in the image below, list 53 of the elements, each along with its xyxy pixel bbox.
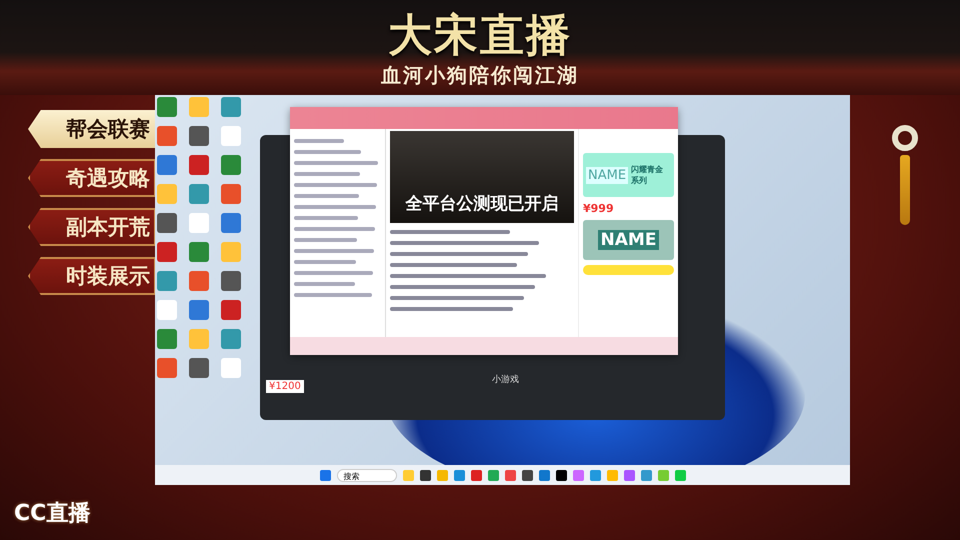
- desktop-icon[interactable]: [189, 155, 209, 175]
- desktop-icon[interactable]: [189, 184, 209, 204]
- desktop-icon[interactable]: [157, 184, 177, 204]
- desktop-icon[interactable]: [157, 358, 177, 378]
- desktop-icon[interactable]: [157, 329, 177, 349]
- product-price: ¥999: [583, 202, 615, 215]
- desktop-icon[interactable]: [157, 242, 177, 262]
- taskbar-icon[interactable]: [522, 470, 532, 480]
- product-art: NAME: [598, 230, 660, 250]
- menu-item[interactable]: 副本开荒: [28, 208, 156, 246]
- desktop-icon[interactable]: [189, 329, 209, 349]
- product-card[interactable]: NAME: [583, 220, 674, 260]
- desktop-icon[interactable]: [221, 271, 241, 291]
- taskbar-icon[interactable]: [556, 470, 566, 480]
- price-label: ¥1200: [266, 380, 304, 393]
- logo: CC直播: [14, 500, 90, 528]
- stream-subtitle: 血河小狗陪你闯江湖: [381, 62, 579, 88]
- desktop-icon[interactable]: [157, 97, 177, 117]
- stream-title: 大宋直播: [388, 10, 572, 62]
- search-field[interactable]: 搜索: [336, 468, 396, 482]
- game-banner: 全平台公测现已开启: [390, 131, 574, 223]
- desktop-icon[interactable]: [221, 97, 241, 117]
- desktop-icon[interactable]: [221, 242, 241, 262]
- desktop-icon[interactable]: [221, 329, 241, 349]
- desktop-icon[interactable]: [157, 155, 177, 175]
- start-icon[interactable]: [320, 470, 330, 480]
- desktop-icon[interactable]: [189, 300, 209, 320]
- desktop-icon[interactable]: [221, 213, 241, 233]
- desktop-icon[interactable]: [221, 358, 241, 378]
- desktop-icon[interactable]: [221, 126, 241, 146]
- buy-button[interactable]: [583, 265, 674, 275]
- desktop-icon[interactable]: [221, 300, 241, 320]
- game-label: 小游戏: [492, 374, 519, 386]
- product-title: 闪耀青金系列: [631, 164, 664, 186]
- desktop-icon[interactable]: [189, 97, 209, 117]
- menu-item[interactable]: 奇遇攻略: [28, 159, 156, 197]
- desktop-icon[interactable]: [189, 242, 209, 262]
- desktop-icon[interactable]: [157, 126, 177, 146]
- menu-item[interactable]: 时装展示: [28, 257, 156, 295]
- desktop-icon[interactable]: [157, 213, 177, 233]
- desktop-icon[interactable]: [189, 126, 209, 146]
- desktop-icon[interactable]: [189, 213, 209, 233]
- taskbar-icon[interactable]: [420, 470, 430, 480]
- desktop-icon[interactable]: [189, 358, 209, 378]
- jade-pendant-icon: [892, 125, 918, 151]
- desktop-icon[interactable]: [221, 184, 241, 204]
- tassel-icon: [900, 155, 910, 225]
- menu-item[interactable]: 帮会联赛: [28, 110, 156, 148]
- desktop-icon[interactable]: [189, 271, 209, 291]
- product-art: NAME: [586, 166, 628, 184]
- desktop-icon[interactable]: [157, 300, 177, 320]
- desktop-icon[interactable]: [157, 271, 177, 291]
- desktop-icon[interactable]: [221, 155, 241, 175]
